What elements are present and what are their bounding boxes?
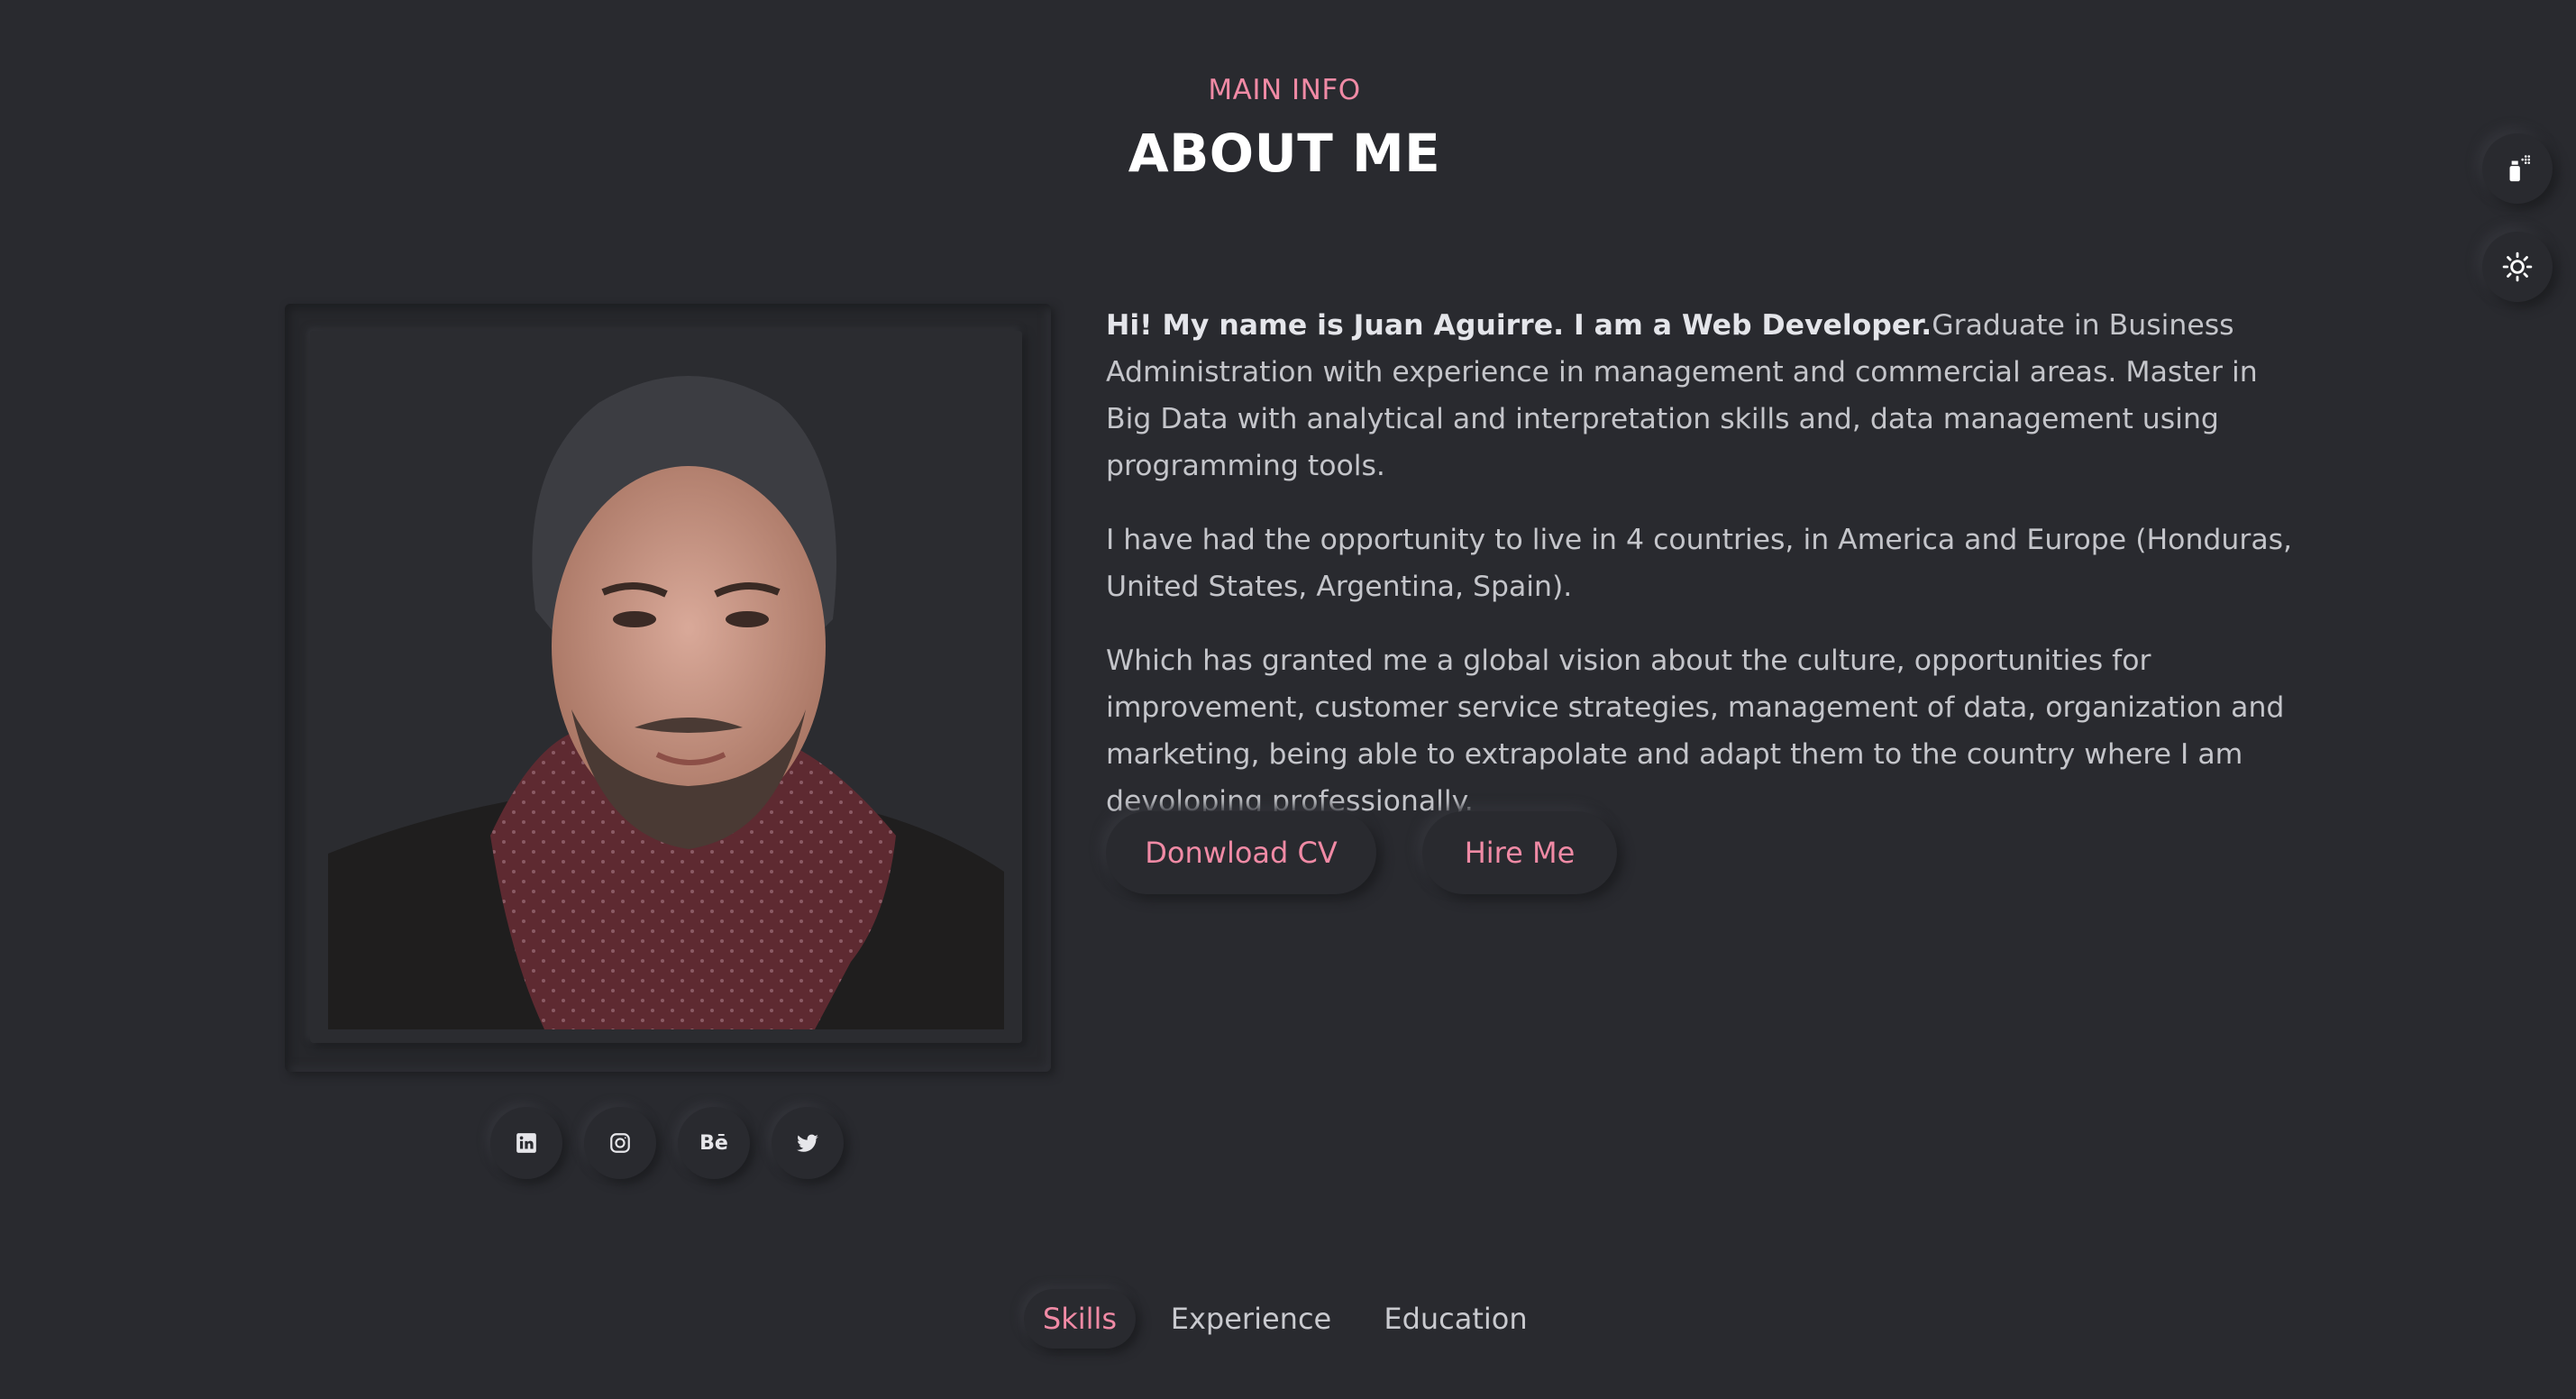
- about-section: MAIN INFO ABOUT ME Bē Hi! My name is Jua…: [0, 0, 2576, 1399]
- tab-skills[interactable]: Skills: [1024, 1289, 1136, 1349]
- section-title: ABOUT ME: [1128, 123, 1441, 184]
- theme-color-button[interactable]: [2482, 133, 2553, 204]
- behance-link[interactable]: Bē: [678, 1107, 750, 1179]
- linkedin-link[interactable]: [490, 1107, 562, 1179]
- section-subtitle: MAIN INFO: [1208, 74, 1361, 106]
- portrait-image: [310, 331, 1022, 1043]
- bio-paragraph-3: Which has granted me a global vision abo…: [1106, 645, 2285, 818]
- tab-education[interactable]: Education: [1366, 1289, 1545, 1349]
- bio-paragraph-1: Hi! My name is Juan Aguirre. I am a Web …: [1106, 302, 2305, 489]
- bio-intro-bold: Hi! My name is Juan Aguirre. I am a Web …: [1106, 309, 1932, 342]
- twitter-link[interactable]: [772, 1107, 844, 1179]
- instagram-icon: [610, 1133, 630, 1153]
- about-tabs: Skills Experience Education: [0, 1289, 2576, 1352]
- linkedin-icon: [516, 1133, 536, 1153]
- hire-me-button[interactable]: Hire Me: [1422, 811, 1617, 894]
- twitter-icon: [797, 1134, 818, 1152]
- profile-photo: [310, 331, 1022, 1043]
- bio-text: Hi! My name is Juan Aguirre. I am a Web …: [1106, 302, 2305, 852]
- behance-icon: Bē: [699, 1131, 728, 1155]
- bio-paragraph-2: I have had the opportunity to live in 4 …: [1106, 524, 2293, 603]
- tab-experience[interactable]: Experience: [1163, 1289, 1339, 1349]
- profile-photo-frame: [285, 304, 1051, 1072]
- instagram-link[interactable]: [584, 1107, 656, 1179]
- dark-light-toggle[interactable]: [2482, 232, 2553, 302]
- download-cv-button[interactable]: Donwload CV: [1106, 811, 1376, 894]
- spray-paint-icon: [2509, 155, 2531, 182]
- sun-icon: [2502, 251, 2533, 282]
